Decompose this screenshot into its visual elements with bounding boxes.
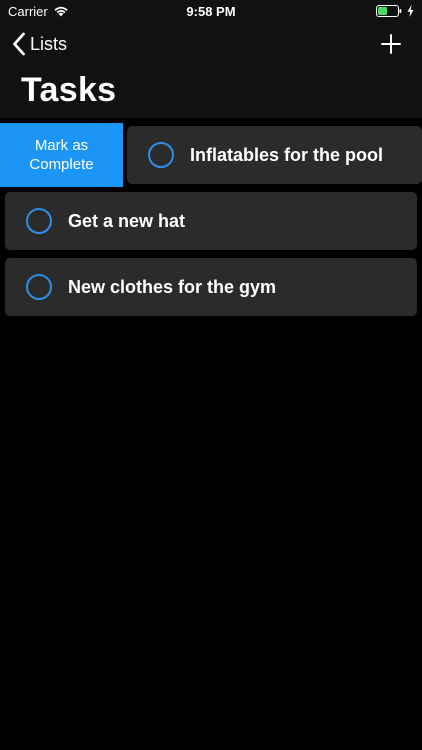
complete-toggle[interactable] bbox=[148, 142, 174, 168]
mark-complete-label-line2: Complete bbox=[29, 156, 94, 173]
page-title: Tasks bbox=[21, 71, 117, 109]
task-label: Inflatables for the pool bbox=[190, 144, 384, 165]
status-bar: Carrier 9:58 PM bbox=[0, 0, 422, 22]
task-row[interactable]: New clothes for the gym bbox=[5, 258, 417, 316]
complete-toggle[interactable] bbox=[26, 208, 52, 234]
battery-icon bbox=[376, 5, 402, 17]
status-right bbox=[376, 5, 414, 17]
task-row[interactable]: Get a new hat bbox=[5, 192, 417, 250]
carrier-label: Carrier bbox=[8, 3, 48, 19]
screen: Carrier 9:58 PM Lists Tasks Mark as Comp… bbox=[0, 0, 422, 750]
add-task-button[interactable] bbox=[380, 30, 402, 58]
chevron-left-icon bbox=[12, 32, 26, 56]
plus-icon bbox=[381, 34, 401, 54]
task-label: Get a new hat bbox=[68, 210, 186, 231]
task-label: New clothes for the gym bbox=[68, 276, 277, 297]
mark-complete-button[interactable]: Mark as Complete bbox=[0, 123, 123, 187]
wifi-icon bbox=[53, 5, 69, 17]
back-button[interactable]: Lists bbox=[12, 30, 67, 58]
status-left: Carrier bbox=[8, 4, 69, 19]
back-label: Lists bbox=[30, 33, 68, 54]
bolt-icon bbox=[407, 5, 414, 17]
task-row[interactable]: Inflatables for the pool bbox=[127, 126, 422, 184]
navigation-header: Lists Tasks bbox=[0, 22, 422, 118]
complete-toggle[interactable] bbox=[26, 274, 52, 300]
mark-complete-label-line1: Mark as bbox=[34, 137, 89, 154]
